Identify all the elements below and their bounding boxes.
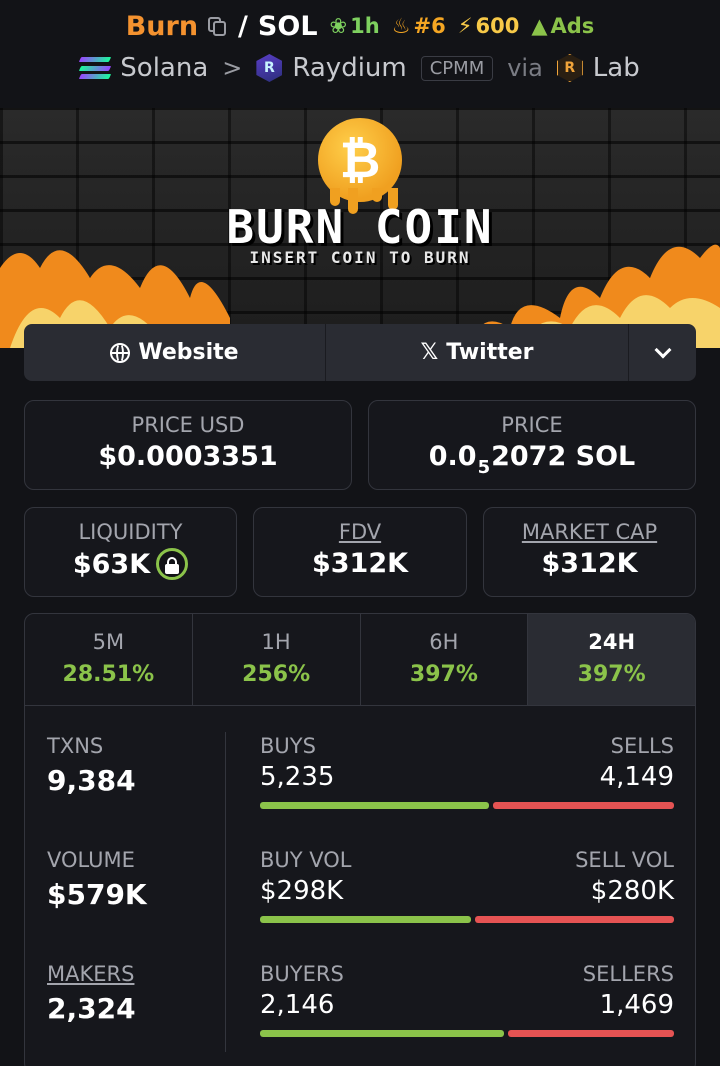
pair-header: Burn / SOL ❀ 1h ♨ #6 ⚡ 600 ▲ Ads Solana … [0, 0, 720, 108]
twitter-button[interactable]: 𝕏 Twitter [326, 324, 629, 381]
stats-grid: TXNS 9,384 BUYS SELLS 5,235 4,149 VOLUME $… [25, 706, 695, 1066]
market-cap-card: MARKET CAP $312K [483, 507, 696, 597]
pool-type-badge: CPMM [420, 55, 494, 81]
boost-badge[interactable]: ⚡ 600 [458, 14, 520, 38]
raydium-icon: R [256, 54, 283, 82]
makers-value: 2,324 [47, 992, 136, 1025]
sellers-value: 1,469 [599, 990, 674, 1020]
fdv-value: $312K [311, 548, 409, 579]
social-links-bar: Website 𝕏 Twitter [24, 324, 696, 381]
tab-24h[interactable]: 24H 397% [528, 614, 695, 705]
sells-value: 4,149 [599, 762, 674, 792]
buyers-sellers-bar [260, 1030, 674, 1037]
volume-row: VOLUME $579K BUY VOL SELL VOL $298K $280K [25, 848, 695, 948]
tab-5m[interactable]: 5M 28.51% [25, 614, 193, 705]
sell-bar [507, 1030, 674, 1037]
liquidity-value: $63K [25, 548, 236, 580]
dex-link[interactable]: Raydium [292, 53, 406, 83]
twitter-label: Twitter [446, 340, 534, 365]
fdv-card: FDV $312K [253, 507, 467, 597]
solana-icon [79, 57, 112, 79]
ads-badge[interactable]: ▲ Ads [531, 14, 594, 38]
sellers-label: SELLERS [582, 962, 674, 986]
website-button[interactable]: Website [24, 324, 326, 381]
copy-icon[interactable] [206, 15, 228, 37]
token-symbol: Burn [125, 10, 199, 42]
liquidity-card: LIQUIDITY $63K [24, 507, 237, 597]
makers-label[interactable]: MAKERS [47, 962, 136, 986]
buyers-value: 2,146 [260, 990, 335, 1020]
sell-vol-value: $280K [590, 876, 674, 906]
price-native-label: PRICE [501, 413, 563, 437]
txns-row: TXNS 9,384 BUYS SELLS 5,235 4,149 [25, 734, 695, 834]
pair-separator: / [238, 10, 248, 42]
price-change-1h: 256% [242, 662, 311, 687]
website-label: Website [138, 340, 239, 365]
liquidity-label: LIQUIDITY [78, 520, 183, 544]
timeframe-tabs: 5M 28.51% 1H 256% 6H 397% 24H 397% [25, 614, 695, 706]
megaphone-icon: ▲ [531, 14, 548, 38]
lock-icon[interactable] [156, 548, 189, 580]
pair-title-row: Burn / SOL ❀ 1h ♨ #6 ⚡ 600 ▲ Ads [0, 6, 720, 46]
lab-icon: R [556, 54, 583, 82]
banner-title: BURN COIN [226, 200, 494, 254]
market-cap-label[interactable]: MARKET CAP [484, 520, 695, 544]
flame-icon: ♨ [391, 14, 411, 38]
fdv-label[interactable]: FDV [254, 520, 466, 544]
sprout-icon: ❀ [329, 14, 348, 38]
sells-label: SELLS [610, 734, 674, 758]
pair-breadcrumb: Solana > R Raydium CPMM via R Lab [0, 50, 720, 86]
tab-6h[interactable]: 6H 397% [361, 614, 529, 705]
more-links-button[interactable] [629, 324, 696, 381]
volume-value: $579K [47, 878, 147, 911]
price-change-24h: 397% [577, 662, 646, 687]
volume-label: VOLUME [47, 848, 135, 872]
age-badge: ❀ 1h [329, 14, 380, 38]
price-usd-card: PRICE USD $0.0003351 [24, 400, 352, 490]
trading-stats-panel: 5M 28.51% 1H 256% 6H 397% 24H 397% TXNS … [24, 613, 696, 1066]
buy-bar [260, 802, 489, 809]
makers-row: MAKERS 2,324 BUYERS SELLERS 2,146 1,469 [25, 962, 695, 1062]
buys-value: 5,235 [260, 762, 335, 792]
price-native-card: PRICE 0.052072 SOL [368, 400, 696, 490]
price-change-5m: 28.51% [62, 662, 155, 687]
buy-bar [260, 1030, 504, 1037]
buy-vol-label: BUY VOL [260, 848, 352, 872]
chain-link[interactable]: Solana [120, 53, 208, 83]
banner-subtitle: INSERT COIN TO BURN [249, 248, 471, 267]
sell-vol-label: SELL VOL [575, 848, 674, 872]
chevron-right-icon: > [222, 54, 243, 82]
via-label: via [507, 54, 543, 82]
zero-count-subscript: 5 [477, 457, 491, 478]
trending-rank-badge[interactable]: ♨ #6 [392, 14, 446, 38]
txns-value: 9,384 [47, 764, 136, 797]
buyers-label: BUYERS [260, 962, 344, 986]
globe-icon [110, 342, 131, 363]
price-usd-label: PRICE USD [131, 413, 245, 437]
price-change-6h: 397% [409, 662, 478, 687]
tab-1h[interactable]: 1H 256% [193, 614, 361, 705]
launchpad-link[interactable]: Lab [593, 53, 640, 83]
chevron-down-icon [654, 341, 671, 358]
buy-sell-ratio-bar [260, 802, 674, 809]
buy-bar [260, 916, 472, 923]
bolt-icon: ⚡ [457, 14, 473, 38]
price-usd-value: $0.0003351 [98, 441, 278, 472]
price-native-value: 0.052072 SOL [428, 441, 636, 478]
x-logo-icon: 𝕏 [420, 340, 439, 365]
token-banner: ₿ BURN COIN INSERT COIN TO BURN [0, 108, 720, 348]
sell-bar [475, 916, 674, 923]
buy-vol-value: $298K [260, 876, 344, 906]
txns-label: TXNS [47, 734, 104, 758]
market-cap-value: $312K [541, 548, 638, 579]
quote-symbol: SOL [257, 10, 318, 42]
sell-bar [492, 802, 674, 809]
buy-sell-volume-bar [260, 916, 674, 923]
buys-label: BUYS [260, 734, 316, 758]
